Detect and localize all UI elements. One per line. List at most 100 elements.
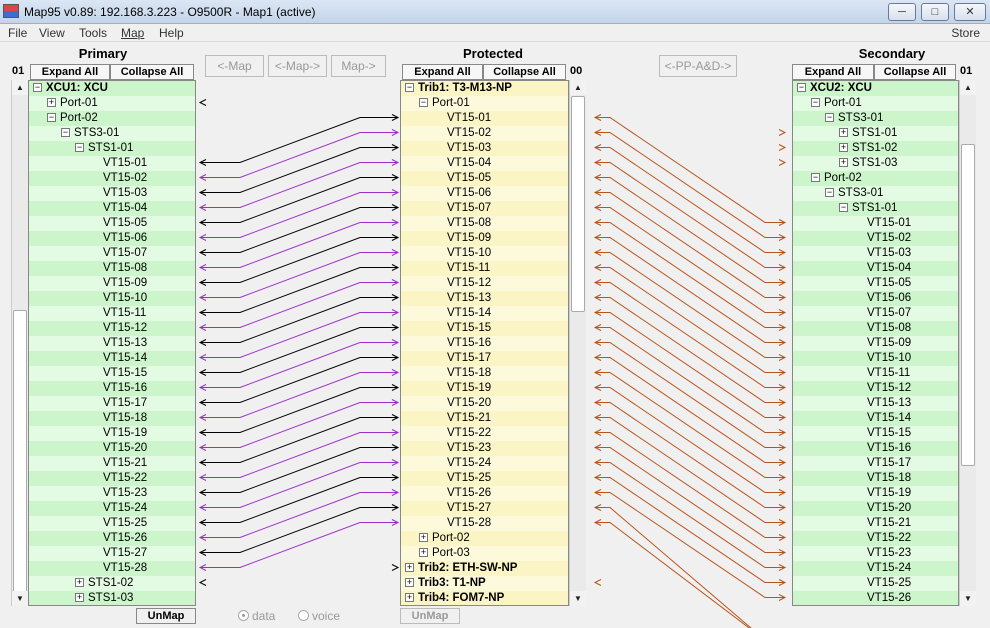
tree-row[interactable]: VT15-16	[793, 441, 958, 456]
collapse-icon[interactable]: −	[811, 173, 820, 182]
menu-tools[interactable]: Tools	[79, 26, 107, 40]
secondary-collapse-all-button[interactable]: Collapse All	[874, 64, 956, 80]
tree-row[interactable]: VT15-02	[401, 126, 568, 141]
primary-expand-all-button[interactable]: Expand All	[30, 64, 110, 80]
tree-row[interactable]: VT15-12	[401, 276, 568, 291]
tree-row[interactable]: − STS1-01	[793, 201, 958, 216]
tree-row[interactable]: VT15-19	[793, 486, 958, 501]
primary-tree[interactable]: − XCU1: XCU + Port-01− Port-02− STS3-01− STS1-…	[28, 80, 196, 606]
close-button[interactable]: ✕	[954, 3, 986, 21]
tree-row[interactable]: VT15-26	[793, 591, 958, 605]
tree-row[interactable]: VT15-19	[29, 426, 195, 441]
tree-row[interactable]: VT15-17	[29, 396, 195, 411]
tree-row[interactable]: VT15-03	[793, 246, 958, 261]
tree-row[interactable]: VT15-22	[29, 471, 195, 486]
tree-row[interactable]: VT15-13	[401, 291, 568, 306]
collapse-icon[interactable]: −	[797, 83, 806, 92]
tree-row[interactable]: VT15-01	[401, 111, 568, 126]
tree-row[interactable]: VT15-18	[29, 411, 195, 426]
scroll-down-icon[interactable]: ▼	[570, 591, 586, 606]
tree-row[interactable]: − XCU1: XCU	[29, 81, 195, 96]
scroll-up-icon[interactable]: ▲	[570, 80, 586, 95]
tree-row[interactable]: + STS1-03	[29, 591, 195, 605]
menu-view[interactable]: View	[39, 26, 65, 40]
tree-row[interactable]: VT15-27	[29, 546, 195, 561]
tree-row[interactable]: − STS3-01	[793, 111, 958, 126]
expand-icon[interactable]: +	[839, 158, 848, 167]
tree-row[interactable]: VT15-26	[29, 531, 195, 546]
secondary-expand-all-button[interactable]: Expand All	[792, 64, 874, 80]
tree-row[interactable]: − Trib1: T3-M13-NP	[401, 81, 568, 96]
tree-row[interactable]: VT15-02	[793, 231, 958, 246]
tree-row[interactable]: VT15-15	[29, 366, 195, 381]
primary-unmap-button[interactable]: UnMap	[136, 608, 196, 624]
tree-row[interactable]: VT15-06	[401, 186, 568, 201]
tree-row[interactable]: VT15-18	[793, 471, 958, 486]
tree-row[interactable]: − Port-02	[793, 171, 958, 186]
secondary-scrollbar[interactable]: ▲ ▼	[959, 80, 976, 606]
collapse-icon[interactable]: −	[825, 113, 834, 122]
tree-row[interactable]: + Trib3: T1-NP	[401, 576, 568, 591]
tree-row[interactable]: VT15-14	[29, 351, 195, 366]
tree-row[interactable]: VT15-10	[793, 351, 958, 366]
primary-collapse-all-button[interactable]: Collapse All	[110, 64, 194, 80]
tree-row[interactable]: VT15-05	[793, 276, 958, 291]
expand-icon[interactable]: +	[75, 593, 84, 602]
tree-row[interactable]: + Port-03	[401, 546, 568, 561]
tree-row[interactable]: VT15-22	[401, 426, 568, 441]
tree-row[interactable]: + STS1-02	[793, 141, 958, 156]
menu-file[interactable]: File	[8, 26, 27, 40]
scroll-up-icon[interactable]: ▲	[960, 80, 976, 95]
tree-row[interactable]: VT15-16	[29, 381, 195, 396]
minimize-button[interactable]: ─	[888, 3, 916, 21]
tree-row[interactable]: VT15-21	[401, 411, 568, 426]
tree-row[interactable]: VT15-13	[29, 336, 195, 351]
tree-row[interactable]: VT15-25	[29, 516, 195, 531]
pp-add-drop-button[interactable]: <-PP-A&D->	[659, 55, 737, 77]
tree-row[interactable]: VT15-04	[793, 261, 958, 276]
expand-icon[interactable]: +	[839, 128, 848, 137]
tree-row[interactable]: VT15-23	[29, 486, 195, 501]
menu-help[interactable]: Help	[159, 26, 184, 40]
tree-row[interactable]: VT15-14	[401, 306, 568, 321]
tree-row[interactable]: VT15-21	[793, 516, 958, 531]
tree-row[interactable]: VT15-16	[401, 336, 568, 351]
tree-row[interactable]: VT15-04	[29, 201, 195, 216]
tree-row[interactable]: VT15-11	[29, 306, 195, 321]
scroll-thumb[interactable]	[571, 96, 585, 312]
map-right-button[interactable]: Map->	[331, 55, 386, 77]
tree-row[interactable]: VT15-17	[401, 351, 568, 366]
tree-row[interactable]: VT15-09	[29, 276, 195, 291]
tree-row[interactable]: + STS1-03	[793, 156, 958, 171]
tree-row[interactable]: VT15-14	[793, 411, 958, 426]
tree-row[interactable]: − STS3-01	[793, 186, 958, 201]
tree-row[interactable]: VT15-28	[29, 561, 195, 576]
protected-tree[interactable]: − Trib1: T3-M13-NP − Port-01 VT15-01 VT15-02 V…	[400, 80, 569, 606]
maximize-button[interactable]: □	[921, 3, 949, 21]
tree-row[interactable]: VT15-27	[401, 501, 568, 516]
tree-row[interactable]: − STS3-01	[29, 126, 195, 141]
expand-icon[interactable]: +	[419, 548, 428, 557]
collapse-icon[interactable]: −	[405, 83, 414, 92]
tree-row[interactable]: VT15-07	[401, 201, 568, 216]
expand-icon[interactable]: +	[405, 578, 414, 587]
tree-row[interactable]: VT15-17	[793, 456, 958, 471]
tree-row[interactable]: VT15-24	[401, 456, 568, 471]
collapse-icon[interactable]: −	[75, 143, 84, 152]
tree-row[interactable]: VT15-11	[793, 366, 958, 381]
tree-row[interactable]: VT15-05	[29, 216, 195, 231]
expand-icon[interactable]: +	[47, 98, 56, 107]
expand-icon[interactable]: +	[75, 578, 84, 587]
tree-row[interactable]: VT15-08	[29, 261, 195, 276]
collapse-icon[interactable]: −	[61, 128, 70, 137]
tree-row[interactable]: VT15-03	[29, 186, 195, 201]
tree-row[interactable]: + Trib2: ETH-SW-NP	[401, 561, 568, 576]
tree-row[interactable]: VT15-26	[401, 486, 568, 501]
tree-row[interactable]: VT15-22	[793, 531, 958, 546]
tree-row[interactable]: VT15-02	[29, 171, 195, 186]
tree-row[interactable]: VT15-15	[401, 321, 568, 336]
tree-row[interactable]: VT15-12	[793, 381, 958, 396]
tree-row[interactable]: VT15-07	[793, 306, 958, 321]
map-left-button[interactable]: <-Map	[205, 55, 264, 77]
tree-row[interactable]: + Port-02	[401, 531, 568, 546]
